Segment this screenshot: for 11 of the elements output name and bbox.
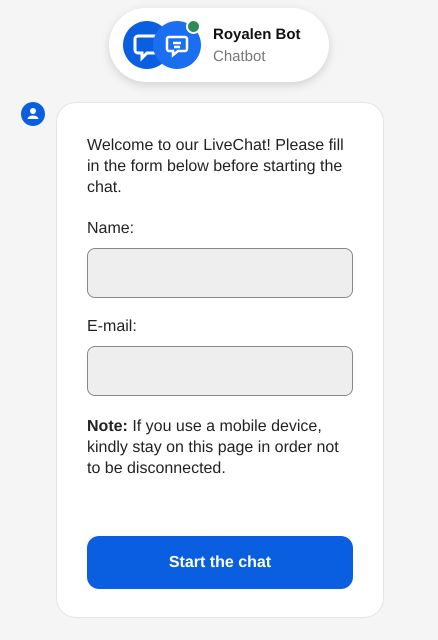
welcome-text: Welcome to our LiveChat! Please fill in the form below before starting the chat.	[87, 136, 345, 198]
start-chat-button[interactable]: Start the chat	[87, 536, 353, 589]
user-avatar-icon	[21, 102, 45, 126]
bot-name: Royalen Bot	[213, 26, 301, 42]
input-field[interactable]	[87, 346, 353, 396]
field-label: Name:	[87, 220, 136, 238]
field-label: E-mail:	[87, 318, 138, 336]
note-text: Note: If you use a mobile device, kindly stay on this page in order not to be disconnected.	[87, 417, 340, 479]
input-field[interactable]	[87, 248, 353, 298]
bot-subtitle: Chatbot	[213, 48, 267, 64]
bot-chat-icon	[153, 21, 201, 69]
